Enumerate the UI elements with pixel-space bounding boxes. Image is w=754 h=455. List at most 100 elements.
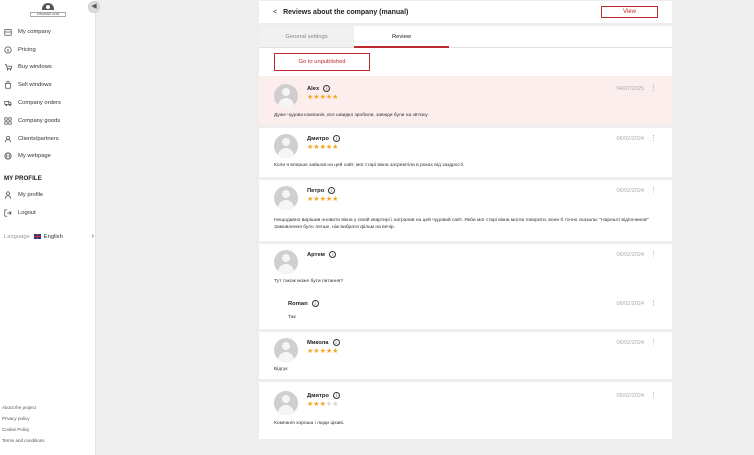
tab-bar-filler [449,26,672,48]
author-name: Петро [307,187,325,194]
sidebar-item-sell-windows[interactable]: Sell windows [0,76,96,94]
page-header: < Reviews about the company (manual) Vie… [259,1,672,23]
rating-stars: ★★★★★ [307,400,338,408]
view-button[interactable]: View [601,6,658,18]
sidebar-item-pricing[interactable]: $ Pricing [0,41,96,59]
info-icon[interactable]: i [323,85,331,92]
sidebar-item-label: Clients/partners [18,135,59,142]
chevron-left-icon: ◀ [91,3,97,10]
sidebar-item-my-profile[interactable]: My profile [0,186,96,204]
star-filled-icon: ★ [332,196,339,203]
info-icon[interactable]: i [328,251,336,258]
footer-link-about[interactable]: About the project [2,405,45,416]
svg-text:$: $ [7,47,10,52]
avatar [274,186,298,210]
avatar [274,338,298,362]
footer-link-privacy[interactable]: Privacy policy [2,416,45,427]
uk-flag-icon [33,234,41,239]
profile-nav: My profile Logout [0,186,96,222]
bag-icon [4,81,12,89]
author-name: Roman [288,300,308,307]
sidebar-item-label: My profile [18,191,44,198]
main-nav: My company $ Pricing Buy windows Sell wi… [0,23,96,165]
sidebar-item-company-orders[interactable]: Company orders [0,94,96,112]
more-options-icon[interactable]: ⋮ [650,186,657,194]
author-name: Дмитро [307,392,329,399]
footer-link-terms[interactable]: Terms and conditions [2,438,45,449]
more-options-icon[interactable]: ⋮ [650,299,657,307]
review-date: 06/02/2024 [616,340,644,346]
review-card: Alex i ★★★★★ 04/07/2025 ⋮ Дуже чудова ком… [259,76,672,128]
reply-date: 06/02/2024 [616,301,644,307]
review-author: Дмитро i [307,135,340,142]
review-card: Артем i 06/02/2024 ⋮ Тут також може бути … [259,246,672,332]
dollar-icon: $ [4,46,12,54]
logo-mark-icon [42,3,54,10]
review-author: Микола i [307,339,340,346]
review-author: Петро i [307,187,336,194]
review-date: 04/07/2025 [616,86,644,92]
info-icon[interactable]: i [332,339,340,346]
author-name: Alex [307,85,320,92]
avatar [274,134,298,158]
sidebar-item-my-company[interactable]: My company [0,23,96,41]
logo-text: FITRAVEK.COM [30,12,66,17]
review-text: Компанія хороша і люди цікаві. [274,421,345,426]
more-options-icon[interactable]: ⋮ [650,134,657,142]
building-icon [4,28,12,36]
avatar [274,84,298,108]
avatar [274,391,298,415]
sidebar-item-label: Sell windows [18,82,52,89]
profile-section-title: MY PROFILE [4,175,42,182]
tab-bar: General settings Review [259,26,672,48]
reviews-panel: General settings Review Go to unpublishe… [259,26,672,439]
go-to-unpublished-button[interactable]: Go to unpublished [274,53,370,71]
star-empty-icon: ★ [332,401,339,408]
back-arrow-icon[interactable]: < [273,9,277,16]
star-filled-icon: ★ [332,144,339,151]
review-date: 06/02/2024 [616,188,644,194]
info-icon[interactable]: i [311,300,319,307]
author-name: Дмитро [307,135,329,142]
logo[interactable]: FITRAVEK.COM [30,3,66,17]
info-icon[interactable]: i [328,187,336,194]
tab-review[interactable]: Review [354,26,449,48]
author-name: Микола [307,339,329,346]
cart-icon [4,63,12,71]
sidebar-item-my-webpage[interactable]: My webpage [0,148,96,166]
sidebar-item-logout[interactable]: Logout [0,204,96,222]
footer-links: About the project Privacy policy Cookie … [2,405,45,449]
tab-general-settings[interactable]: General settings [259,26,354,48]
sidebar-item-buy-windows[interactable]: Buy windows [0,59,96,77]
more-options-icon[interactable]: ⋮ [650,84,657,92]
review-text: Нещодавно вирішив оновити вікна у своїй … [274,218,650,230]
review-text: Відгук [274,367,288,372]
language-value: English [43,233,63,240]
chevron-right-icon: › [91,233,94,240]
truck-icon [4,99,12,107]
info-icon[interactable]: i [332,135,340,142]
more-options-icon[interactable]: ⋮ [650,338,657,346]
sidebar-item-clients-partners[interactable]: Clients/partners [0,130,96,148]
user-icon [4,191,12,199]
sidebar-item-label: Pricing [18,46,36,53]
author-name: Артем [307,251,325,258]
sidebar-item-label: Logout [18,209,36,216]
more-options-icon[interactable]: ⋮ [650,391,657,399]
sidebar-item-label: My webpage [18,153,51,160]
more-options-icon[interactable]: ⋮ [650,250,657,258]
info-icon[interactable]: i [332,392,340,399]
star-filled-icon: ★ [332,348,339,355]
review-card: Микола i ★★★★★ 06/02/2024 ⋮ Відгук [259,334,672,382]
users-icon [4,135,12,143]
sidebar-item-company-goods[interactable]: Company goods [0,112,96,130]
sidebar-item-label: Buy windows [18,64,52,71]
footer-link-cookie[interactable]: Cookie Policy [2,427,45,438]
sidebar-item-label: My company [18,28,51,35]
collapse-sidebar-button[interactable]: ◀ [88,1,100,13]
sidebar-item-label: Company goods [18,117,61,124]
review-card: Петро i ★★★★★ 06/02/2024 ⋮ Нещодавно вирі… [259,182,672,244]
reply-author: Roman i [288,300,319,307]
language-selector[interactable]: Language English › [4,233,94,240]
review-author: Alex i [307,85,331,92]
